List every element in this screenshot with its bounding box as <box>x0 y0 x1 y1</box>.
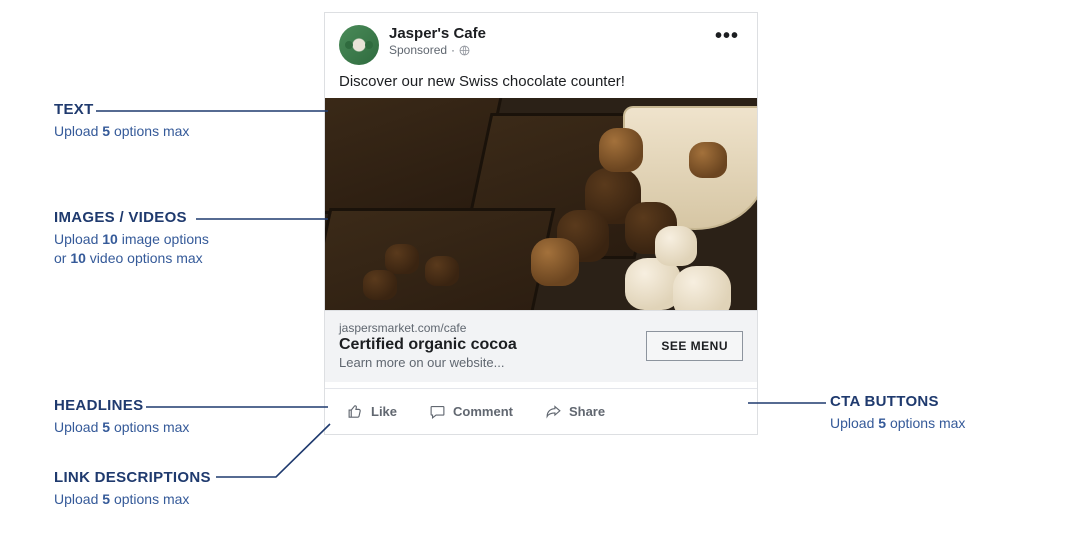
header-text: Jasper's Cafe Sponsored · <box>389 25 711 57</box>
share-label: Share <box>569 404 605 419</box>
globe-icon <box>459 45 470 56</box>
callout-images: IMAGES / VIDEOS Upload 10 image options … <box>54 208 209 268</box>
post-text: Discover our new Swiss chocolate counter… <box>325 73 757 98</box>
sponsored-line: Sponsored · <box>389 43 711 57</box>
callout-title: IMAGES / VIDEOS <box>54 208 209 228</box>
comment-icon <box>429 403 446 420</box>
callout-title: LINK DESCRIPTIONS <box>54 468 211 488</box>
share-icon <box>545 403 562 420</box>
leader-line <box>748 401 826 405</box>
callout-sub: Upload 10 image options or 10 video opti… <box>54 230 209 268</box>
page-name[interactable]: Jasper's Cafe <box>389 25 711 42</box>
sponsored-label: Sponsored <box>389 43 447 57</box>
callout-sub: Upload 5 options max <box>54 122 189 141</box>
link-domain: jaspersmarket.com/cafe <box>339 321 646 335</box>
post-header: Jasper's Cafe Sponsored · ••• <box>325 13 757 73</box>
callout-headlines: HEADLINES Upload 5 options max <box>54 396 189 437</box>
comment-button[interactable]: Comment <box>413 397 529 426</box>
like-button[interactable]: Like <box>331 397 413 426</box>
callout-title: TEXT <box>54 100 189 120</box>
callout-cta: CTA BUTTONS Upload 5 options max <box>830 392 965 433</box>
post-image[interactable] <box>325 98 757 310</box>
callout-linkdesc: LINK DESCRIPTIONS Upload 5 options max <box>54 468 211 509</box>
cta-button[interactable]: SEE MENU <box>646 331 743 361</box>
callout-title: CTA BUTTONS <box>830 392 965 412</box>
leader-line <box>216 420 336 480</box>
callout-sub: Upload 5 options max <box>830 414 965 433</box>
page-avatar[interactable] <box>339 25 379 65</box>
callout-sub: Upload 5 options max <box>54 490 211 509</box>
dot-separator: · <box>451 43 455 57</box>
share-button[interactable]: Share <box>529 397 621 426</box>
post-menu-button[interactable]: ••• <box>711 25 743 47</box>
comment-label: Comment <box>453 404 513 419</box>
leader-line <box>196 217 328 221</box>
link-headline: Certified organic cocoa <box>339 336 646 354</box>
post-actions: Like Comment Share <box>325 388 757 434</box>
callout-text: TEXT Upload 5 options max <box>54 100 189 141</box>
like-label: Like <box>371 404 397 419</box>
link-description: Learn more on our website... <box>339 355 646 370</box>
link-preview[interactable]: jaspersmarket.com/cafe Certified organic… <box>325 310 757 382</box>
callout-sub: Upload 5 options max <box>54 418 189 437</box>
facebook-post: Jasper's Cafe Sponsored · ••• Discover o… <box>324 12 758 435</box>
like-icon <box>347 403 364 420</box>
callout-title: HEADLINES <box>54 396 189 416</box>
